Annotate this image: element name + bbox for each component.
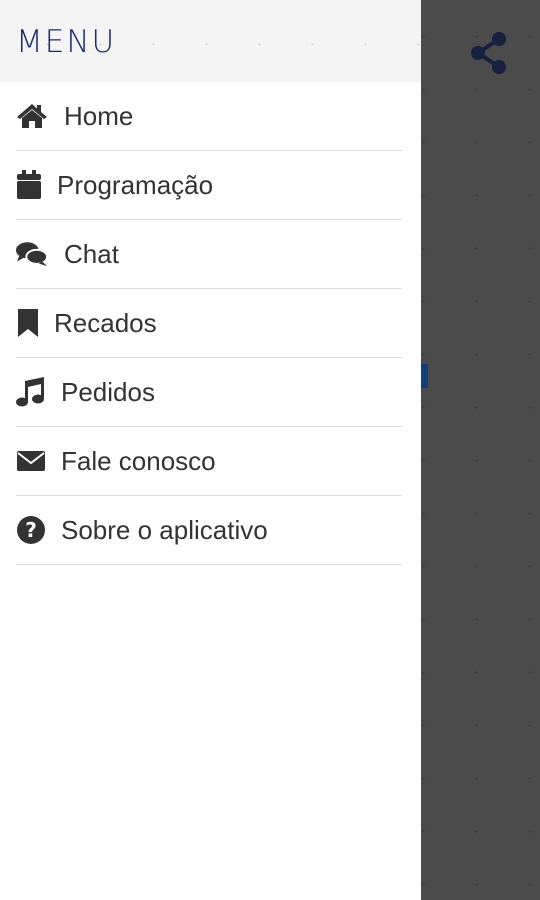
menu-item-programacao[interactable]: Programação [16,151,402,220]
bookmark-icon [16,307,48,339]
menu-item-fale-conosco[interactable]: Fale conosco [16,427,402,496]
menu-item-recados[interactable]: Recados [16,289,402,358]
drawer-title: MENU [16,24,117,60]
menu-item-chat[interactable]: Chat [16,220,402,289]
chat-icon [16,238,48,270]
menu-label-pedidos: Pedidos [61,376,155,407]
home-icon [16,100,48,132]
content-edge-strip [420,364,428,388]
menu-label-fale-conosco: Fale conosco [61,445,216,476]
calendar-icon [16,169,48,201]
menu-item-pedidos[interactable]: Pedidos [16,358,402,427]
menu-item-sobre[interactable]: ? Sobre o aplicativo [16,496,402,565]
menu-list: Home Programação Chat Recados Pedidos Fa… [0,82,421,565]
question-circle-icon: ? [16,514,48,546]
svg-text:?: ? [25,518,37,542]
menu-label-home: Home [64,100,134,131]
share-icon [471,32,506,74]
menu-item-home[interactable]: Home [16,82,402,151]
menu-label-sobre: Sobre o aplicativo [61,514,268,545]
menu-label-recados: Recados [54,307,157,338]
navigation-drawer: MENU Home Programação Chat Recados Pedid… [0,0,421,900]
menu-label-programacao: Programação [57,169,214,200]
drawer-header: MENU [0,0,421,82]
share-button[interactable] [466,30,512,76]
menu-label-chat: Chat [64,238,119,269]
music-icon [16,376,48,408]
envelope-icon [16,445,48,477]
